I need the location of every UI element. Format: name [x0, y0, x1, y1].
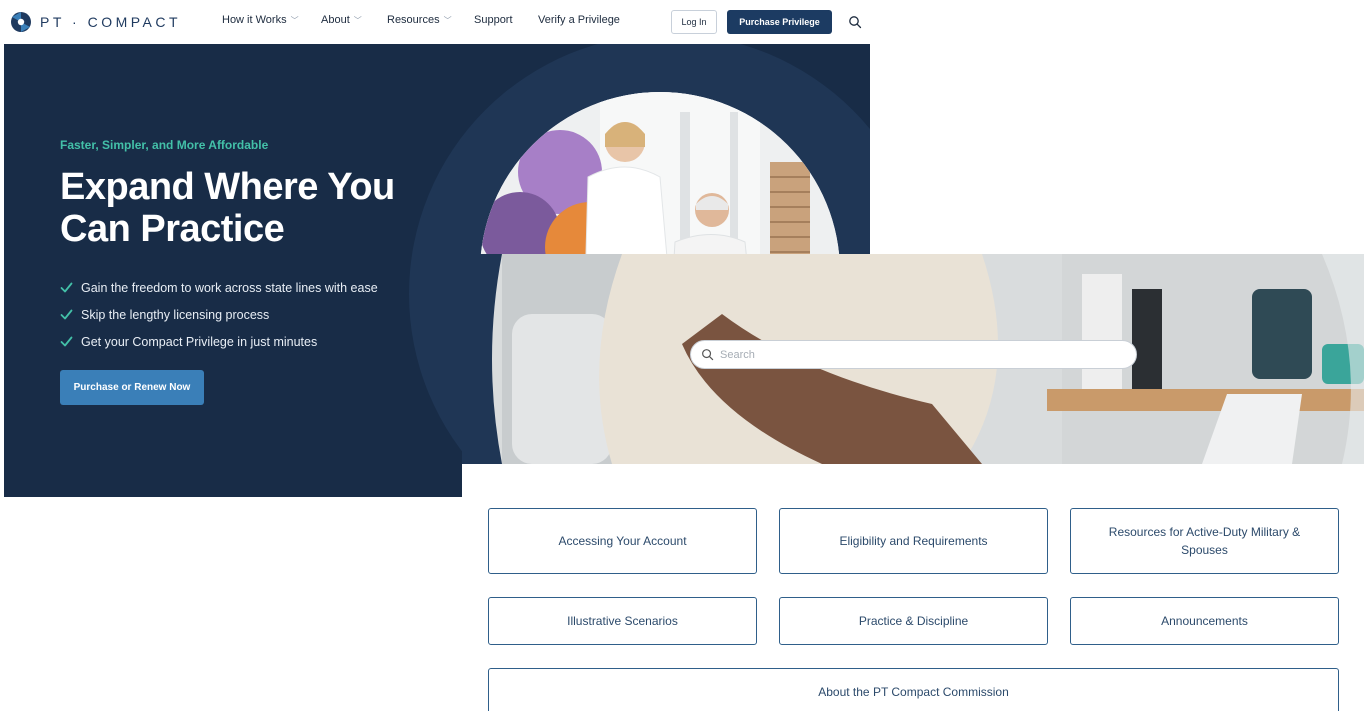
benefit-text: Skip the lengthy licensing process: [81, 307, 270, 322]
search-input[interactable]: [720, 348, 1120, 361]
list-item: Skip the lengthy licensing process: [60, 301, 378, 328]
list-item: Gain the freedom to work across state li…: [60, 274, 378, 301]
nav-resources[interactable]: Resources ﹀: [387, 14, 474, 26]
purchase-privilege-button[interactable]: Purchase Privilege: [727, 10, 832, 34]
chevron-down-icon: ﹀: [353, 15, 362, 25]
top-navigation: PT · COMPACT How it Works ﹀ About ﹀ Reso…: [0, 0, 870, 44]
help-search-bar[interactable]: [690, 340, 1137, 369]
topic-card-announcements[interactable]: Announcements: [1070, 597, 1339, 645]
hero-tagline: Faster, Simpler, and More Affordable: [60, 138, 269, 152]
main-nav: How it Works ﹀ About ﹀ Resources ﹀ Suppo…: [222, 14, 620, 26]
purchase-or-renew-button[interactable]: Purchase or Renew Now: [60, 370, 204, 405]
chevron-down-icon: ﹀: [443, 15, 452, 25]
topic-card-accessing-account[interactable]: Accessing Your Account: [488, 508, 757, 574]
topic-card-practice-discipline[interactable]: Practice & Discipline: [779, 597, 1048, 645]
checkmark-icon: [60, 336, 73, 347]
nav-label: Support: [474, 14, 513, 26]
benefit-text: Get your Compact Privilege in just minut…: [81, 334, 318, 349]
logo-text: PT · COMPACT: [40, 14, 182, 30]
topic-card-illustrative-scenarios[interactable]: Illustrative Scenarios: [488, 597, 757, 645]
nav-label: How it Works: [222, 14, 287, 26]
help-center-banner: [462, 254, 1364, 464]
nav-label: Resources: [387, 14, 440, 26]
chevron-down-icon: ﹀: [290, 15, 299, 25]
hero-benefits-list: Gain the freedom to work across state li…: [60, 274, 378, 355]
topic-card-eligibility[interactable]: Eligibility and Requirements: [779, 508, 1048, 574]
benefit-text: Gain the freedom to work across state li…: [81, 280, 378, 295]
search-icon: [702, 349, 714, 361]
logo[interactable]: PT · COMPACT: [10, 10, 181, 34]
checkmark-icon: [60, 282, 73, 293]
nav-support[interactable]: Support: [474, 14, 538, 26]
checkmark-icon: [60, 309, 73, 320]
nav-how-it-works[interactable]: How it Works ﹀: [222, 14, 321, 26]
topic-card-military-resources[interactable]: Resources for Active-Duty Military & Spo…: [1070, 508, 1339, 574]
login-button[interactable]: Log In: [671, 10, 717, 34]
search-icon[interactable]: [848, 15, 862, 29]
nav-verify-privilege[interactable]: Verify a Privilege: [538, 14, 620, 26]
hero-heading: Expand Where You Can Practice: [60, 166, 395, 250]
nav-about[interactable]: About ﹀: [321, 14, 387, 26]
pt-compact-logo-icon: [11, 12, 31, 32]
nav-label: About: [321, 14, 350, 26]
list-item: Get your Compact Privilege in just minut…: [60, 328, 378, 355]
nav-label: Verify a Privilege: [538, 14, 620, 26]
help-center-panel: Accessing Your Account Eligibility and R…: [462, 254, 1364, 711]
topic-card-about-commission[interactable]: About the PT Compact Commission: [488, 668, 1339, 711]
